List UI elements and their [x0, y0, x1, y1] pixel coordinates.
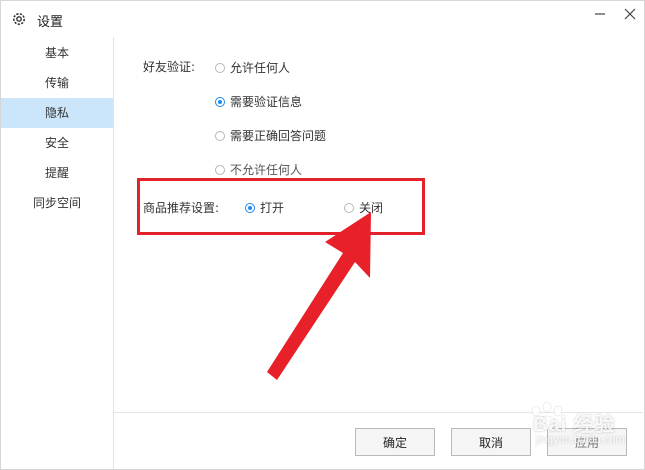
friend-verification-label: 好友验证: — [143, 60, 196, 74]
sidebar-item-security[interactable]: 安全 — [1, 128, 113, 158]
watermark-brand: Bai 经验 — [533, 414, 616, 436]
watermark-url: jingyan.baidu.com — [536, 434, 625, 446]
radio-allow-anyone[interactable]: 允许任何人 — [215, 59, 290, 76]
annotation-arrow-icon — [267, 212, 371, 380]
sidebar-item-transfer[interactable]: 传输 — [1, 68, 113, 98]
gear-icon — [13, 13, 25, 25]
radio-deny-anyone[interactable]: 不允许任何人 — [215, 161, 302, 178]
radio-answer-question[interactable]: 需要正确回答问题 — [215, 127, 326, 144]
sidebar-item-sync-space[interactable]: 同步空间 — [1, 188, 113, 218]
sidebar-item-reminder[interactable]: 提醒 — [1, 158, 113, 188]
title-bar: 设置 — [1, 1, 644, 37]
sidebar-item-basic[interactable]: 基本 — [1, 38, 113, 68]
radio-circle-icon — [215, 164, 225, 175]
radio-circle-icon — [215, 130, 225, 141]
ok-button[interactable]: 确定 — [355, 428, 435, 456]
radio-label: 需要验证信息 — [230, 95, 303, 109]
radio-label: 允许任何人 — [230, 61, 291, 75]
radio-label: 不允许任何人 — [230, 163, 303, 177]
close-icon[interactable] — [619, 5, 641, 23]
settings-sidebar: 基本 传输 隐私 安全 提醒 同步空间 — [1, 37, 114, 469]
radio-circle-icon — [215, 96, 225, 107]
radio-label: 需要正确回答问题 — [230, 129, 327, 143]
sidebar-item-privacy[interactable]: 隐私 — [1, 98, 113, 128]
radio-require-verification[interactable]: 需要验证信息 — [215, 93, 302, 110]
radio-circle-icon — [215, 62, 225, 73]
minimize-icon[interactable] — [589, 5, 611, 23]
window-title: 设置 — [37, 15, 64, 30]
